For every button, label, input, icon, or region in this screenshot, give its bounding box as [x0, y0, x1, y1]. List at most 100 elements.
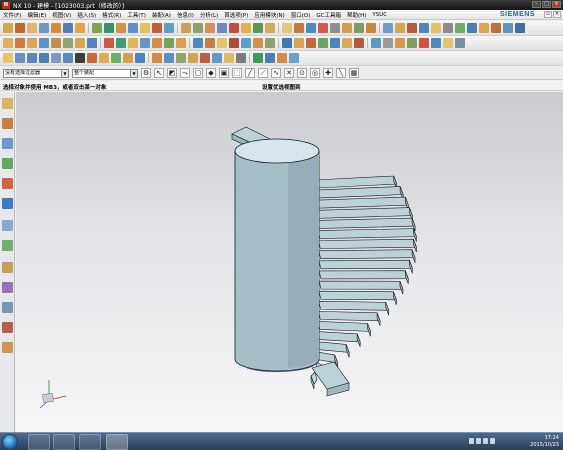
unite-icon[interactable]	[140, 23, 150, 33]
measure-icon[interactable]	[395, 23, 405, 33]
chamfer-icon[interactable]	[193, 23, 203, 33]
point-icon[interactable]	[318, 23, 328, 33]
update-model-icon[interactable]	[289, 53, 299, 63]
sketch-arc-icon[interactable]	[27, 53, 37, 63]
pattern-curve-icon[interactable]	[200, 53, 210, 63]
project-curve-icon[interactable]	[75, 38, 85, 48]
offset-face-icon[interactable]	[366, 23, 376, 33]
snap-settings-icon[interactable]: ⚙	[141, 68, 151, 78]
hole-icon[interactable]	[39, 23, 49, 33]
mirror-icon[interactable]	[265, 23, 275, 33]
model-view[interactable]	[16, 92, 563, 432]
stair-tread[interactable]	[318, 300, 390, 311]
stair-tread[interactable]	[314, 175, 398, 189]
offset-sketch-icon[interactable]	[188, 53, 198, 63]
subtract-icon[interactable]	[152, 23, 162, 33]
network-icon[interactable]	[483, 438, 488, 444]
stair-riser[interactable]	[345, 344, 350, 358]
arc-center-snap-icon[interactable]: ⊙	[297, 68, 307, 78]
point-on-face-snap-icon[interactable]: ╲	[336, 68, 346, 78]
assembly-navigator-icon[interactable]	[2, 98, 13, 109]
wave-linker-icon[interactable]	[217, 38, 227, 48]
stair-riser[interactable]	[404, 270, 409, 284]
assembly-icon[interactable]	[282, 38, 292, 48]
sketch-circle-icon[interactable]	[39, 53, 49, 63]
geometric-constraints-icon[interactable]	[152, 53, 162, 63]
menu-help[interactable]: 帮助(H)	[344, 11, 369, 19]
component-select-icon[interactable]: ▣	[219, 68, 229, 78]
mid-point-snap-icon[interactable]: ⟋	[258, 68, 268, 78]
flag-icon[interactable]	[476, 438, 481, 444]
close-doc-icon[interactable]: ×	[553, 11, 561, 18]
taskbar-app-1[interactable]	[28, 434, 50, 450]
datum-csys-icon[interactable]	[306, 23, 316, 33]
wireframe-icon[interactable]	[383, 38, 393, 48]
maximize-icon[interactable]: □	[542, 1, 551, 8]
reattach-icon[interactable]	[277, 53, 287, 63]
stair-riser[interactable]	[356, 333, 361, 348]
face-rule-icon[interactable]: ▢	[193, 68, 203, 78]
stair-riser[interactable]	[376, 312, 381, 326]
constraint-navigator-icon[interactable]	[2, 118, 13, 129]
history-icon[interactable]	[2, 220, 13, 231]
menu-insert[interactable]: 插入(S)	[74, 11, 99, 19]
text-icon[interactable]	[75, 53, 85, 63]
view-orientation-icon[interactable]	[515, 23, 525, 33]
sketch-mirror-icon[interactable]	[176, 53, 186, 63]
dimension-icon[interactable]	[342, 38, 352, 48]
finish-sketch-icon[interactable]	[253, 53, 263, 63]
draft-icon[interactable]	[217, 23, 227, 33]
stair-tread[interactable]	[316, 207, 413, 219]
spline-icon[interactable]	[39, 38, 49, 48]
reuse-library-icon[interactable]	[2, 158, 13, 169]
stair-riser[interactable]	[385, 302, 390, 316]
part-navigator-icon[interactable]	[2, 138, 13, 149]
sphere-icon[interactable]	[128, 23, 138, 33]
ruled-icon[interactable]	[128, 38, 138, 48]
point-on-curve-snap-icon[interactable]: ✚	[323, 68, 333, 78]
menu-analysis[interactable]: 分析(L)	[197, 11, 221, 19]
move-object-icon[interactable]	[193, 38, 203, 48]
manufacturing-wizards-icon[interactable]	[2, 282, 13, 293]
volume-icon[interactable]	[490, 438, 495, 444]
stair-riser[interactable]	[409, 260, 413, 274]
system-scenes-icon[interactable]	[2, 322, 13, 333]
process-studio-icon[interactable]	[2, 262, 13, 273]
annotation-icon[interactable]	[354, 38, 364, 48]
palette-icon[interactable]	[2, 342, 13, 353]
swept-icon[interactable]	[104, 38, 114, 48]
boss-icon[interactable]	[51, 23, 61, 33]
pad-icon[interactable]	[75, 23, 85, 33]
stair-tread[interactable]	[317, 238, 417, 249]
taskbar-app-nx[interactable]	[106, 434, 128, 450]
minimize-icon[interactable]: –	[532, 1, 541, 8]
pan-icon[interactable]	[503, 23, 513, 33]
thicken-icon[interactable]	[164, 38, 174, 48]
text-curve-icon[interactable]	[63, 38, 73, 48]
constraint-icon[interactable]	[306, 38, 316, 48]
stair-tread[interactable]	[315, 186, 404, 199]
stair-tread[interactable]	[318, 259, 413, 270]
feature-select-icon[interactable]: ◩	[167, 68, 177, 78]
split-body-icon[interactable]	[241, 23, 251, 33]
stair-riser[interactable]	[367, 323, 371, 337]
expression-icon[interactable]	[383, 23, 393, 33]
stair-tread[interactable]	[318, 280, 404, 290]
show-icon[interactable]	[455, 23, 465, 33]
layer-settings-icon[interactable]	[431, 23, 441, 33]
helix-icon[interactable]	[51, 38, 61, 48]
stair-tread[interactable]	[316, 341, 350, 353]
type-filter-dropdown[interactable]: 没有选择过滤器 ▼	[3, 68, 69, 78]
light-icon[interactable]	[443, 38, 453, 48]
delete-face-icon[interactable]	[253, 38, 263, 48]
drafting-icon[interactable]	[330, 38, 340, 48]
menu-ysuc[interactable]: YSUC	[369, 12, 390, 18]
roles-icon[interactable]	[2, 302, 13, 313]
derived-line-icon[interactable]	[224, 53, 234, 63]
select-all-icon[interactable]: ⬚	[232, 68, 242, 78]
stair-tread[interactable]	[317, 321, 371, 332]
synchronous-icon[interactable]	[229, 38, 239, 48]
cylinder-icon[interactable]	[104, 23, 114, 33]
menu-edit[interactable]: 编辑(E)	[24, 11, 49, 19]
stair-riser[interactable]	[393, 291, 397, 305]
